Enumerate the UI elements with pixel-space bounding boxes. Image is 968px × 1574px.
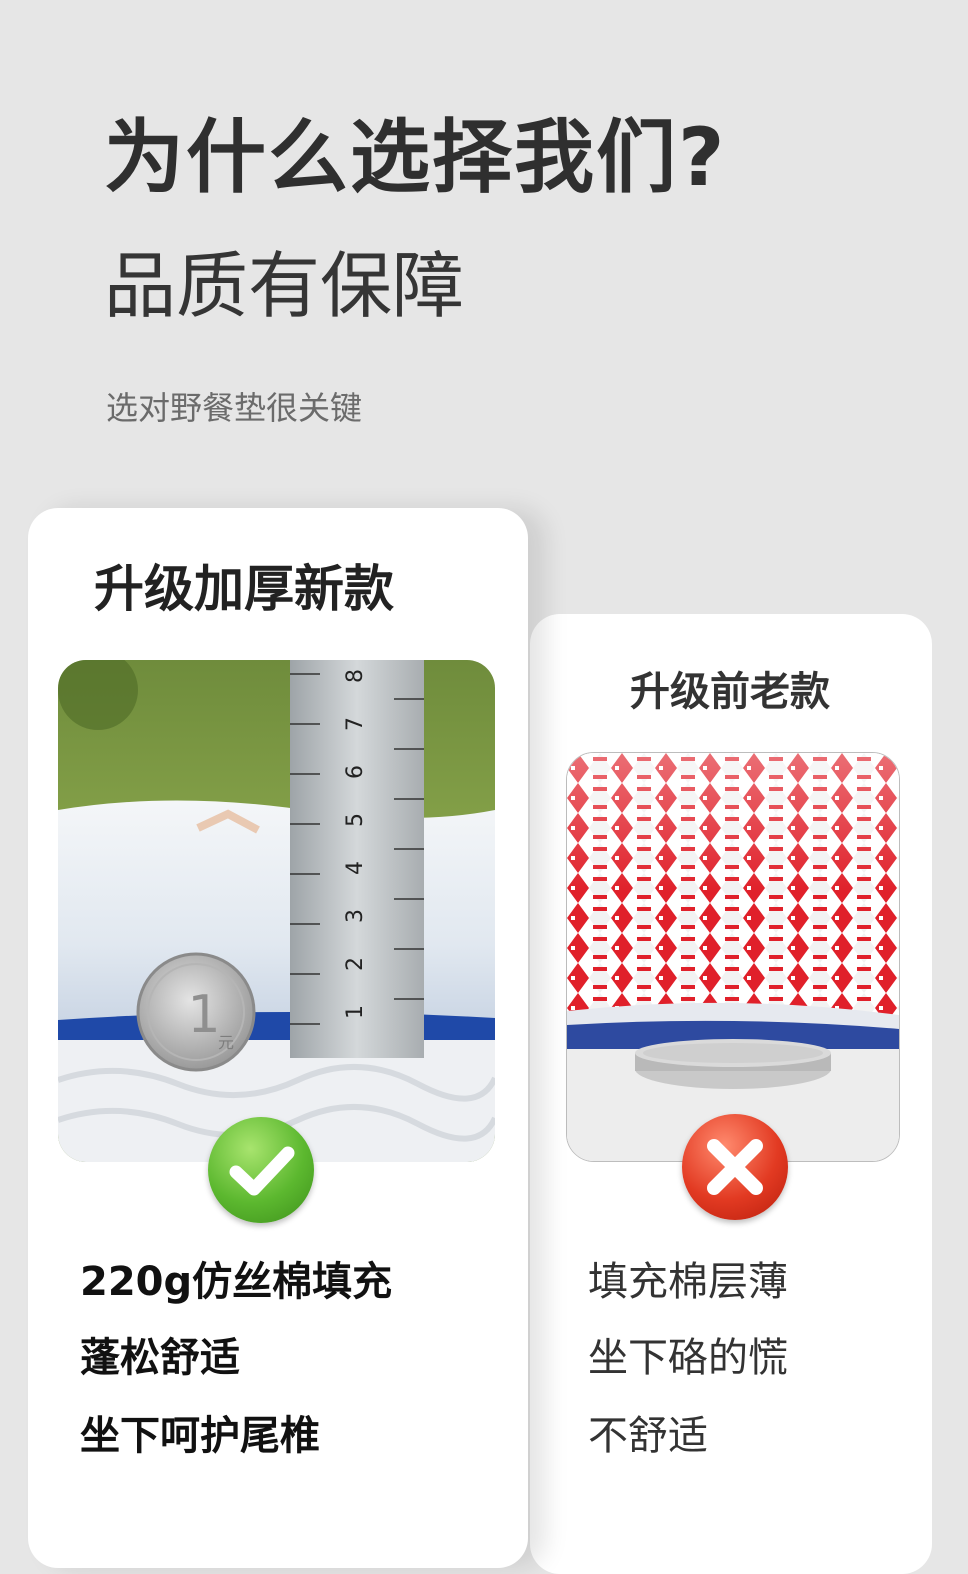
ruler-number-7: 7 [343, 717, 368, 731]
old-feature-2: 坐下硌的慌 [588, 1335, 788, 1381]
page-subtitle: 品质有保障 [104, 244, 465, 328]
ruler-number-2: 2 [343, 957, 368, 971]
new-product-photo: 1 2 3 4 5 6 7 8 1 元 [58, 660, 495, 1162]
ruler-number-8: 8 [343, 669, 368, 683]
ruler-number-6: 6 [343, 765, 368, 779]
red-pattern-coin-photo [567, 753, 899, 1161]
check-badge [208, 1117, 314, 1223]
check-icon [229, 1146, 295, 1196]
tagline: 选对野餐垫很关键 [106, 389, 363, 427]
cross-badge [682, 1114, 788, 1220]
ruler-number-1: 1 [343, 1005, 368, 1019]
ruler-number-4: 4 [343, 861, 368, 875]
new-card-title: 升级加厚新款 [94, 560, 394, 618]
cross-icon [707, 1139, 763, 1195]
coin-unit: 元 [218, 1033, 234, 1052]
old-feature-1: 填充棉层薄 [588, 1259, 788, 1305]
new-feature-1: 220g仿丝棉填充 [80, 1259, 393, 1305]
new-feature-2: 蓬松舒适 [80, 1335, 240, 1381]
old-card-title: 升级前老款 [630, 669, 830, 715]
new-feature-3: 坐下呵护尾椎 [80, 1413, 320, 1459]
coin-numeral: 1 [187, 985, 220, 1045]
old-feature-3: 不舒适 [588, 1413, 708, 1459]
old-product-photo [566, 752, 900, 1162]
old-product-card: 升级前老款 填充棉层薄 坐下硌的慌 不舒适 [530, 614, 932, 1574]
new-product-card: 升级加厚新款 1 2 3 4 5 6 7 8 1 元 220g仿丝棉填充 蓬松舒… [28, 508, 528, 1568]
ruler-number-3: 3 [343, 909, 368, 923]
page-title: 为什么选择我们? [104, 111, 727, 204]
ruler-coin-photo: 1 2 3 4 5 6 7 8 1 元 [58, 660, 495, 1162]
ruler-number-5: 5 [343, 813, 368, 827]
